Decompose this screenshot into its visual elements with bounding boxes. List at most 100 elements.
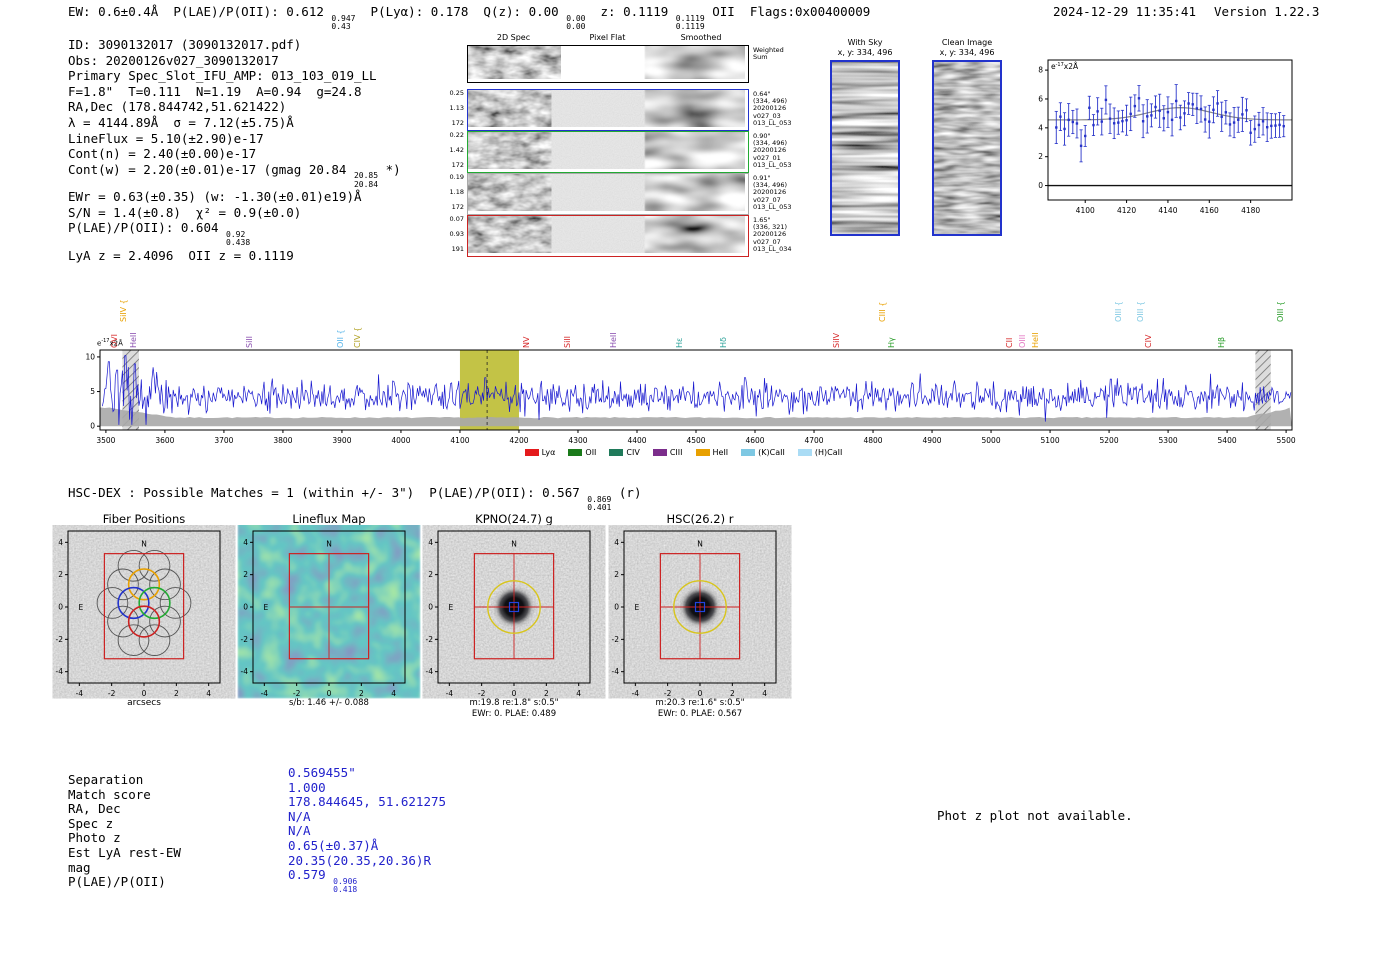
panel-fiber-0: Fiber Positions N E -4 -4 -2 -2 0 0 2 2 4 4 arcsecs — [38, 512, 250, 727]
data-point — [1195, 107, 1199, 110]
match-row: RA, Dec 178.844645, 51.621275 — [68, 794, 446, 816]
svg-text:4700: 4700 — [804, 436, 823, 445]
compass-north: N — [511, 539, 517, 548]
match-row: Photo z N/A — [68, 823, 446, 845]
legend-item: CIV — [609, 448, 640, 457]
svg-text:4: 4 — [576, 689, 581, 698]
data-point — [1079, 144, 1083, 148]
data-point — [1282, 124, 1285, 128]
svg-text:4: 4 — [391, 689, 396, 698]
match-value: 1.000 — [288, 779, 326, 795]
data-point — [1133, 104, 1137, 108]
data-point — [1108, 117, 1112, 120]
svg-text:4300: 4300 — [568, 436, 587, 445]
svg-text:3800: 3800 — [273, 436, 292, 445]
data-point — [1096, 110, 1099, 113]
compass-north: N — [141, 539, 147, 548]
line-marker: OIII { — [1136, 300, 1146, 322]
weighted-sum-strip — [467, 45, 749, 83]
svg-text:4400: 4400 — [627, 436, 646, 445]
hsc-match-line: HSC-DEX : Possible Matches = 1 (within +… — [68, 485, 642, 512]
stacked-fraction: 0.947 0.43 — [331, 13, 356, 31]
svg-text:4100: 4100 — [1076, 206, 1095, 215]
withsky-image — [830, 60, 900, 236]
panel-xlabel: arcsecs — [127, 698, 161, 708]
data-point — [1125, 119, 1128, 122]
data-point — [1249, 131, 1252, 134]
match-value: 0.65(±0.37)Å — [288, 837, 379, 853]
info-line: LineFlux = 5.10(±2.90)e-17 — [68, 130, 264, 146]
svg-text:4140: 4140 — [1158, 206, 1177, 215]
legend-swatch — [797, 449, 812, 456]
data-point — [1150, 114, 1153, 117]
svg-text:3900: 3900 — [332, 436, 351, 445]
svg-text:4: 4 — [1038, 123, 1043, 132]
legend-item: CIII — [652, 448, 683, 457]
svg-text:0: 0 — [512, 689, 517, 698]
panel-title: KPNO(24.7) g — [475, 512, 553, 526]
data-point — [1179, 116, 1182, 119]
legend-item: (H)CaII — [797, 448, 842, 457]
data-point — [1253, 127, 1256, 131]
error-envelope — [100, 407, 1292, 427]
svg-text:5200: 5200 — [1100, 436, 1119, 445]
svg-text:2: 2 — [243, 570, 248, 579]
match-value: N/A — [288, 808, 311, 824]
svg-text:4200: 4200 — [509, 436, 528, 445]
full-spectrum-plot: 0 5 10 3500 3600 3700 3800 3900 4000 4100 4200 4300… — [85, 349, 1296, 445]
panel-map-1: Lineflux Map N E -4 -4 -2 -2 0 0 2 2 4 4 s/b: 1.46 +/… — [223, 512, 435, 727]
svg-text:2: 2 — [428, 570, 433, 579]
data-point — [1199, 107, 1203, 111]
svg-text:2: 2 — [544, 689, 549, 698]
panel-plot: N E -4 -4 -2 -2 0 0 2 2 4 4 — [612, 530, 777, 698]
data-point — [1257, 123, 1261, 127]
data-point — [1212, 108, 1215, 112]
svg-text:5000: 5000 — [982, 436, 1001, 445]
match-row: Spec z N/A — [68, 809, 446, 831]
data-point — [1228, 123, 1232, 126]
data-point — [1104, 98, 1108, 102]
match-value: 20.35(20.35,20.36)R — [288, 852, 431, 868]
svg-text:0: 0 — [614, 603, 619, 612]
info-line: λ = 4144.89Å σ = 7.12(±5.75)Å — [68, 114, 294, 130]
svg-text:4000: 4000 — [391, 436, 410, 445]
data-point — [1187, 102, 1190, 105]
data-point — [1175, 99, 1178, 103]
svg-text:2: 2 — [614, 570, 619, 579]
info-line: Obs: 20200126v027_3090132017 — [68, 52, 279, 68]
svg-text:5400: 5400 — [1218, 436, 1237, 445]
data-point — [1112, 122, 1116, 125]
legend-swatch — [741, 449, 756, 456]
spec2d-row-label: 0.91" (334, 496) 20200126 v027_07 013_LL_053 — [753, 174, 792, 211]
svg-text:3600: 3600 — [155, 436, 174, 445]
svg-text:4600: 4600 — [745, 436, 764, 445]
match-table: Separation 0.569455" Match score 1.000 RA, D… — [68, 765, 446, 894]
svg-text:4500: 4500 — [686, 436, 705, 445]
match-label: Spec z — [68, 815, 114, 831]
data-point — [1237, 118, 1240, 121]
svg-text:0: 0 — [327, 689, 332, 698]
svg-text:4: 4 — [428, 538, 433, 547]
match-row: mag 20.35(20.35,20.36)R — [68, 853, 446, 875]
data-point — [1129, 112, 1132, 116]
svg-text:4180: 4180 — [1241, 206, 1260, 215]
svg-text:8: 8 — [1038, 66, 1043, 75]
spec2d-row — [467, 89, 749, 131]
svg-text:-4: -4 — [261, 689, 269, 698]
svg-text:2: 2 — [730, 689, 735, 698]
svg-text:4: 4 — [614, 538, 619, 547]
data-point — [1055, 126, 1058, 129]
stacked-fraction: 0.1119 0.1119 — [675, 13, 705, 31]
header-datetime: 2024-12-29 11:35:41 Version 1.22.3 — [1053, 4, 1319, 19]
spec2d-row-label: 1.65" (336, 321) 20200126 v027_07 013_LL_034 — [753, 216, 792, 253]
info-line: S/N = 1.4(±0.8) χ² = 0.9(±0.0) — [68, 204, 302, 220]
match-value: N/A — [288, 823, 311, 839]
svg-text:-4: -4 — [612, 667, 620, 676]
match-value: 178.844645, 51.621275 — [288, 794, 447, 810]
spec2d-row-label: 0.90" (334, 496) 20200126 v027_01 013_LL_053 — [753, 132, 792, 169]
spectrum-legend: Lyα OII CIV CIII HeII (K)CaII (H)CaII — [75, 448, 1292, 457]
line-markers: SiIV {OVI HeII SiII OII {CIV {NV SiII HeII Hε H… — [100, 264, 1292, 348]
info-line: Cont(w) = 2.20(±0.01)e-17 (gmag 20.84 20… — [68, 161, 401, 189]
legend-item: Lyα — [524, 448, 555, 457]
svg-text:-2: -2 — [478, 689, 486, 698]
